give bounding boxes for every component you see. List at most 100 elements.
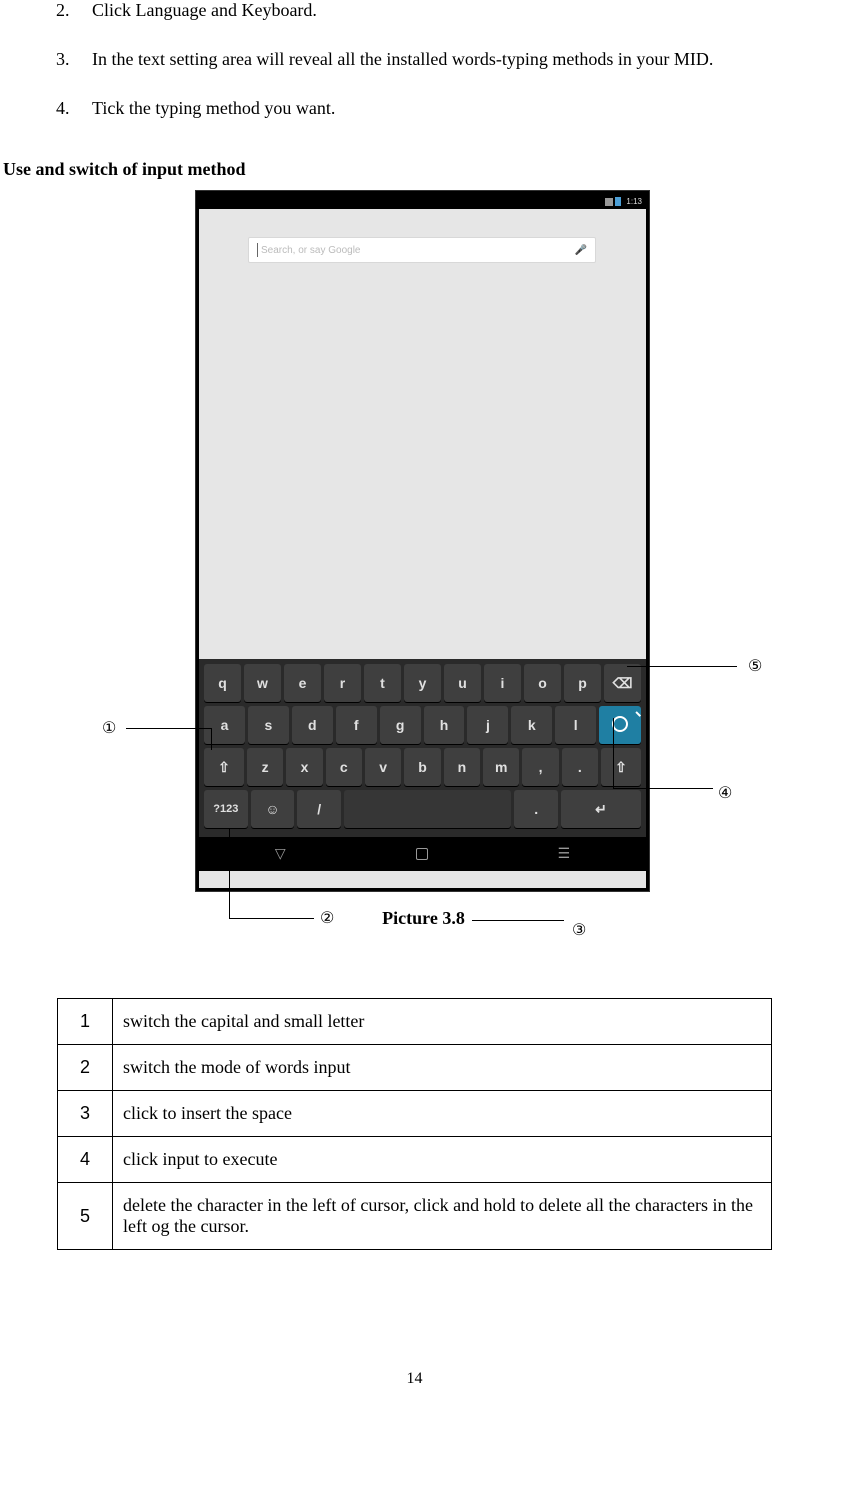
list-item: 2. Click Language and Keyboard. — [56, 0, 829, 21]
annotation-line-5 — [627, 666, 737, 667]
caption-text: Picture 3.8 — [382, 908, 465, 928]
shift-key-right[interactable] — [601, 748, 641, 786]
legend-description: switch the capital and small letter — [113, 999, 772, 1045]
key-k[interactable]: k — [511, 706, 552, 744]
keyboard-row-1: q w e r t y u i o p — [204, 664, 641, 702]
table-row: 2 switch the mode of words input — [58, 1045, 772, 1091]
nav-bar: ▽ ☰ — [199, 837, 646, 871]
step-number: 2. — [56, 0, 92, 21]
device-screenshot: 1:13 Search, or say Google 🎤 q w e r — [195, 190, 650, 892]
signal-icon — [605, 198, 613, 206]
enter-key[interactable]: ↵ — [561, 790, 641, 828]
nav-recents-icon[interactable]: ☰ — [558, 846, 571, 863]
key-period[interactable]: . — [562, 748, 598, 786]
status-bar: 1:13 — [199, 194, 646, 209]
content-area — [199, 263, 646, 659]
step-list: 2. Click Language and Keyboard. 3. In th… — [56, 0, 829, 119]
key-w[interactable]: w — [244, 664, 281, 702]
table-row: 1 switch the capital and small letter — [58, 999, 772, 1045]
annotation-1: ① — [102, 718, 116, 738]
annotation-5: ⑤ — [748, 656, 762, 676]
backspace-key[interactable] — [604, 664, 641, 702]
slash-key[interactable]: / — [297, 790, 341, 828]
list-item: 4. Tick the typing method you want. — [56, 98, 829, 119]
legend-description: delete the character in the left of curs… — [113, 1183, 772, 1250]
key-i[interactable]: i — [484, 664, 521, 702]
legend-number: 3 — [58, 1091, 113, 1137]
key-e[interactable]: e — [284, 664, 321, 702]
annotation-line-2 — [229, 918, 314, 919]
text-cursor — [257, 243, 258, 257]
key-d[interactable]: d — [292, 706, 333, 744]
key-p[interactable]: p — [564, 664, 601, 702]
annotation-2: ② — [320, 908, 334, 928]
search-key[interactable] — [599, 706, 641, 744]
dot-key[interactable]: . — [514, 790, 558, 828]
space-key[interactable] — [344, 790, 511, 828]
legend-number: 4 — [58, 1137, 113, 1183]
key-v[interactable]: v — [365, 748, 401, 786]
annotation-3: ③ — [572, 920, 586, 940]
annotation-line-2v — [229, 828, 230, 918]
legend-description: click input to execute — [113, 1137, 772, 1183]
legend-table: 1 switch the capital and small letter 2 … — [57, 998, 772, 1250]
key-s[interactable]: s — [248, 706, 289, 744]
annotation-line-4v — [613, 718, 614, 788]
key-f[interactable]: f — [336, 706, 377, 744]
microphone-icon[interactable]: 🎤 — [575, 245, 587, 256]
step-number: 4. — [56, 98, 92, 119]
annotation-line-3 — [472, 920, 564, 921]
key-m[interactable]: m — [483, 748, 519, 786]
search-placeholder: Search, or say Google — [261, 245, 575, 256]
table-row: 3 click to insert the space — [58, 1091, 772, 1137]
step-text: In the text setting area will reveal all… — [92, 49, 829, 70]
key-y[interactable]: y — [404, 664, 441, 702]
section-heading: Use and switch of input method — [3, 159, 829, 180]
annotation-4: ④ — [718, 783, 732, 803]
battery-icon — [615, 197, 621, 206]
shift-key-left[interactable] — [204, 748, 244, 786]
status-icons: 1:13 — [605, 197, 642, 206]
key-x[interactable]: x — [286, 748, 322, 786]
key-z[interactable]: z — [247, 748, 283, 786]
key-g[interactable]: g — [380, 706, 421, 744]
keyboard-row-4: ?123 / . ↵ — [204, 790, 641, 828]
page-content: 2. Click Language and Keyboard. 3. In th… — [0, 0, 847, 1388]
step-number: 3. — [56, 49, 92, 70]
emoji-key[interactable] — [251, 790, 295, 828]
list-item: 3. In the text setting area will reveal … — [56, 49, 829, 70]
keyboard: q w e r t y u i o p a s — [199, 659, 646, 837]
annotation-line-1 — [126, 728, 212, 729]
key-b[interactable]: b — [404, 748, 440, 786]
device-screen: 1:13 Search, or say Google 🎤 q w e r — [199, 194, 646, 888]
key-n[interactable]: n — [444, 748, 480, 786]
key-o[interactable]: o — [524, 664, 561, 702]
legend-number: 5 — [58, 1183, 113, 1250]
table-row: 5 delete the character in the left of cu… — [58, 1183, 772, 1250]
key-h[interactable]: h — [424, 706, 465, 744]
annotation-line-4 — [613, 788, 713, 789]
legend-number: 2 — [58, 1045, 113, 1091]
key-c[interactable]: c — [326, 748, 362, 786]
step-text: Tick the typing method you want. — [92, 98, 829, 119]
keyboard-row-2: a s d f g h j k l — [204, 706, 641, 744]
key-r[interactable]: r — [324, 664, 361, 702]
nav-home-icon[interactable] — [416, 848, 428, 860]
keyboard-row-3: z x c v b n m , . — [204, 748, 641, 786]
figure: 1:13 Search, or say Google 🎤 q w e r — [0, 188, 847, 988]
key-u[interactable]: u — [444, 664, 481, 702]
key-j[interactable]: j — [467, 706, 508, 744]
legend-description: switch the mode of words input — [113, 1045, 772, 1091]
legend-number: 1 — [58, 999, 113, 1045]
key-comma[interactable]: , — [522, 748, 558, 786]
status-time: 1:13 — [626, 197, 642, 206]
app-header — [199, 209, 646, 229]
nav-back-icon[interactable]: ▽ — [275, 846, 286, 863]
search-input[interactable]: Search, or say Google 🎤 — [248, 237, 596, 263]
legend-description: click to insert the space — [113, 1091, 772, 1137]
key-l[interactable]: l — [555, 706, 596, 744]
mode-switch-key[interactable]: ?123 — [204, 790, 248, 828]
key-q[interactable]: q — [204, 664, 241, 702]
step-text: Click Language and Keyboard. — [92, 0, 829, 21]
key-t[interactable]: t — [364, 664, 401, 702]
